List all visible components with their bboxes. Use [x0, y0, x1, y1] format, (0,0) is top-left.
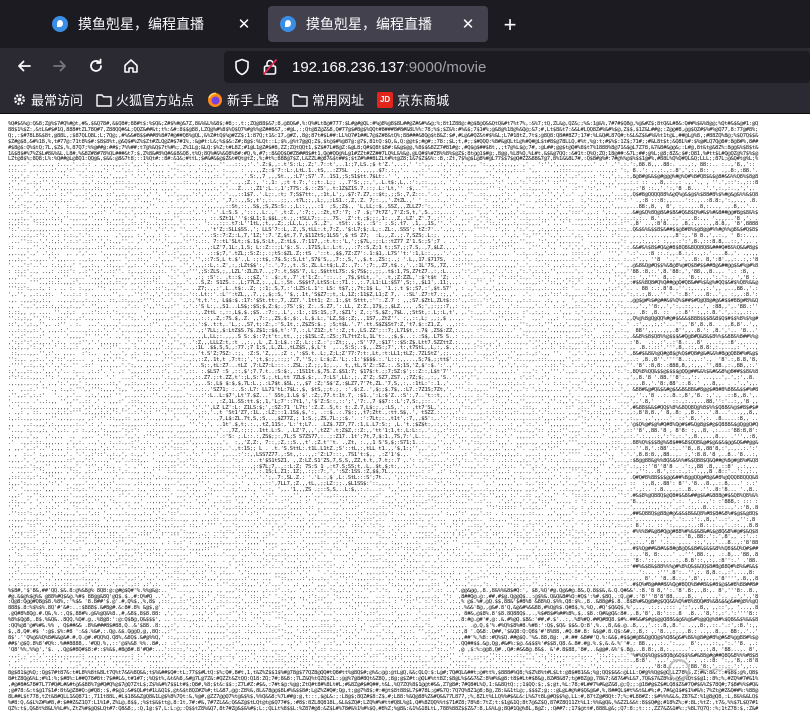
url-text[interactable]: 192.168.236.137:9000/movie: [292, 59, 486, 76]
site-favicon-icon: [52, 16, 68, 32]
bookmark-common-sites[interactable]: 常用网址: [292, 90, 364, 109]
url-port-path: :9000/movie: [404, 58, 487, 76]
navigation-toolbar: 192.168.236.137:9000/movie: [0, 48, 810, 86]
tab-strip: 摸鱼剋星，编程直播 ✕ 摸鱼剋星，编程直播 ✕ +: [0, 0, 810, 48]
insecure-lock-icon[interactable]: [260, 57, 280, 77]
bookmark-label: 火狐官方站点: [116, 93, 195, 108]
reload-button[interactable]: [81, 51, 111, 81]
close-icon[interactable]: ✕: [458, 14, 478, 34]
forward-button[interactable]: [45, 51, 75, 81]
bookmark-getting-started[interactable]: 新手上路: [207, 90, 279, 109]
bookmark-label: 常用网址: [312, 93, 365, 108]
watermark-logo-icon: [668, 659, 690, 681]
page-content: %Q#$&%@:Q&8;Z@%$7#Q%#@t,#&,$&Q78#,&$Q8#;…: [0, 114, 810, 715]
bookmark-label: 京东商城: [397, 93, 450, 108]
bookmark-firefox-official[interactable]: 火狐官方站点: [96, 90, 194, 109]
tab-title: 摸鱼剋星，编程直播: [78, 16, 204, 32]
bookmark-jd-mall[interactable]: JD 京东商城: [377, 90, 449, 109]
url-host: 192.168.236.137: [292, 58, 405, 76]
folder-icon: [292, 92, 308, 108]
new-tab-button[interactable]: +: [497, 12, 523, 38]
bookmark-most-visited[interactable]: 最常访问: [11, 90, 83, 109]
ascii-art-frame: %Q#$&%@:Q&8;Z@%$7#Q%#@t,#&,$&Q78#,&$Q8#;…: [8, 121, 759, 712]
firefox-icon: [207, 92, 223, 108]
tab-1[interactable]: 摸鱼剋星，编程直播 ✕: [40, 6, 264, 42]
shield-icon[interactable]: [232, 57, 252, 77]
tab-2-active[interactable]: 摸鱼剋星，编程直播 ✕: [268, 6, 488, 42]
back-button[interactable]: [9, 51, 39, 81]
bookmark-label: 新手上路: [227, 93, 280, 108]
tab-title: 摸鱼剋星，编程直播: [306, 16, 432, 32]
home-icon: [124, 59, 138, 73]
home-button[interactable]: [116, 51, 146, 81]
address-bar[interactable]: 192.168.236.137:9000/movie: [224, 51, 810, 83]
site-favicon-icon: [280, 16, 296, 32]
bookmark-label: 最常访问: [31, 93, 84, 108]
watermark: ~~~: [668, 659, 739, 681]
watermark-text: ~~~: [696, 660, 739, 680]
back-arrow-icon: [18, 60, 31, 72]
reload-icon: [90, 58, 102, 72]
jd-icon: JD: [377, 91, 394, 108]
bookmarks-toolbar: 最常访问 火狐官方站点 新手上路 常用网址 JD 京东商城: [0, 86, 810, 114]
gear-icon: [11, 92, 27, 108]
close-icon[interactable]: ✕: [234, 14, 254, 34]
folder-icon: [96, 92, 112, 108]
forward-arrow-icon: [53, 60, 66, 72]
jd-badge: JD: [379, 94, 391, 104]
